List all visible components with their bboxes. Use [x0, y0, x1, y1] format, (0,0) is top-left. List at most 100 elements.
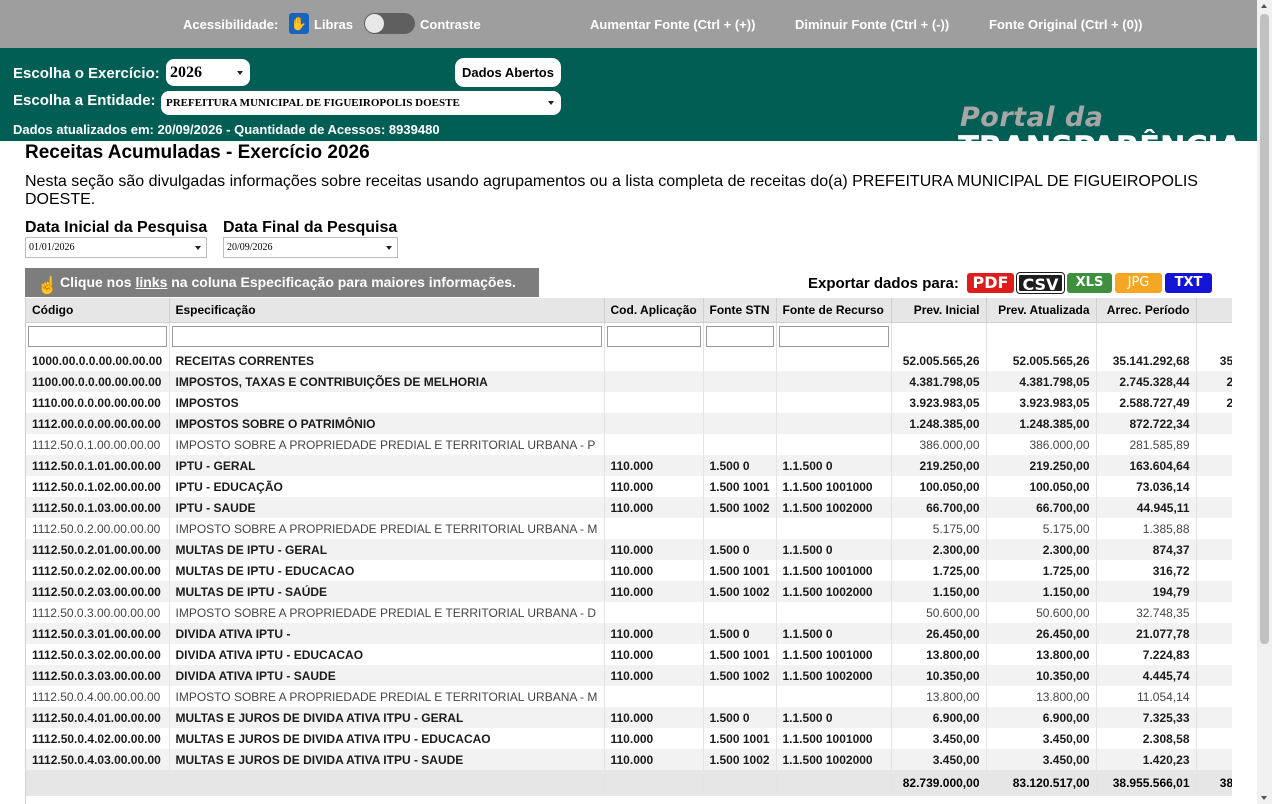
column-header-application-code[interactable]: Cod. Aplicação: [604, 298, 704, 323]
cell-collection: 1.3: [1196, 518, 1232, 539]
hint-suffix: na coluna Especificação para maiores inf…: [167, 274, 516, 290]
cell-resource-source: 1.1.500 1002000: [776, 749, 892, 770]
specification-filter-input[interactable]: [171, 325, 602, 347]
cell-code: 1112.50.0.2.02.00.00.00: [26, 560, 170, 581]
cell-updated-forecast: 1.150,00: [986, 581, 1097, 602]
scrollbar-thumb[interactable]: [1260, 14, 1269, 644]
cell-period-collection: 2.308,58: [1096, 728, 1197, 749]
cell-specification[interactable]: IMPOSTOS SOBRE O PATRIMÔNIO: [169, 413, 605, 434]
year-label: Escolha o Exercício:: [13, 65, 160, 82]
cell-specification[interactable]: IMPOSTO SOBRE A PROPRIEDADE PREDIAL E TE…: [169, 434, 605, 455]
cell-updated-forecast: 1.725,00: [986, 560, 1097, 581]
code-filter-input[interactable]: [28, 325, 167, 347]
cell-specification[interactable]: IPTU - SAUDE: [169, 497, 605, 518]
cell-resource-source: [776, 434, 892, 455]
cell-stn-source: 1.500 1002: [703, 497, 777, 518]
end-date-value: 20/09/2026: [227, 242, 273, 253]
original-font-link[interactable]: Fonte Original (Ctrl + (0)): [989, 17, 1142, 32]
export-label: Exportar dados para:: [808, 275, 959, 292]
end-date-select[interactable]: 20/09/2026: [223, 237, 398, 258]
scroll-up-icon[interactable]: [1261, 4, 1267, 8]
cell-specification[interactable]: MULTAS DE IPTU - GERAL: [169, 539, 605, 560]
column-header-specification[interactable]: Especificação: [169, 298, 605, 323]
cell-specification[interactable]: MULTAS E JUROS DE DIVIDA ATIVA ITPU - SA…: [169, 749, 605, 770]
column-header-period-collection[interactable]: Arrec. Período: [1096, 298, 1197, 323]
cell-specification[interactable]: DIVIDA ATIVA IPTU -: [169, 623, 605, 644]
increase-font-link[interactable]: Aumentar Fonte (Ctrl + (+)): [590, 17, 755, 32]
stn-source-filter-input[interactable]: [705, 325, 774, 347]
cell-code: 1112.50.0.2.01.00.00.00: [26, 539, 170, 560]
cell-resource-source: [776, 371, 892, 392]
hint-link[interactable]: links: [135, 274, 167, 290]
cell-initial-forecast: 1.150,00: [891, 581, 987, 602]
scroll-down-icon[interactable]: [1261, 796, 1267, 800]
cell-updated-forecast: 4.381.798,05: [986, 371, 1097, 392]
cell-specification[interactable]: MULTAS E JUROS DE DIVIDA ATIVA ITPU - ED…: [169, 728, 605, 749]
cell-updated-forecast: 3.450,00: [986, 728, 1097, 749]
cell-period-collection: 874,37: [1096, 539, 1197, 560]
cell-specification[interactable]: DIVIDA ATIVA IPTU - EDUCACAO: [169, 644, 605, 665]
cell-period-collection: 1.385,88: [1096, 518, 1197, 539]
cell-collection: 1.4: [1196, 749, 1232, 770]
cell-code: 1112.50.0.2.03.00.00.00: [26, 581, 170, 602]
contrast-label: Contraste: [420, 17, 481, 32]
cell-application-code: 110.000: [604, 476, 704, 497]
cell-initial-forecast: 1.248.385,00: [891, 413, 987, 434]
cell-collection: 1: [1196, 581, 1232, 602]
export-xls-button[interactable]: XLS: [1067, 273, 1112, 293]
cell-specification[interactable]: DIVIDA ATIVA IPTU - SAUDE: [169, 665, 605, 686]
year-select[interactable]: 2026: [166, 59, 250, 86]
cell-stn-source: 1.500 1001: [703, 728, 777, 749]
table-row: 1112.50.0.4.01.00.00.00 MULTAS E JUROS DE…: [26, 707, 1232, 728]
entity-select[interactable]: PREFEITURA MUNICIPAL DE FIGUEIROPOLIS DO…: [161, 91, 561, 115]
start-date-select[interactable]: 01/01/2026: [25, 237, 207, 258]
cell-specification[interactable]: IMPOSTO SOBRE A PROPRIEDADE PREDIAL E TE…: [169, 602, 605, 623]
table-row: 1112.50.0.2.03.00.00.00 MULTAS DE IPTU - …: [26, 581, 1232, 602]
column-header-initial-forecast[interactable]: Prev. Inicial: [891, 298, 987, 323]
cell-stn-source: 1.500 0: [703, 623, 777, 644]
open-data-button[interactable]: Dados Abertos: [455, 58, 561, 87]
cell-collection: 44.9: [1196, 497, 1232, 518]
export-csv-button[interactable]: CSV: [1016, 272, 1065, 294]
page-title: Receitas Acumuladas - Exercício 2026: [25, 142, 370, 163]
cell-code: 1112.50.0.4.01.00.00.00: [26, 707, 170, 728]
column-header-resource-source[interactable]: Fonte de Recurso: [776, 298, 892, 323]
cell-initial-forecast: 2.300,00: [891, 539, 987, 560]
cell-specification[interactable]: IMPOSTOS, TAXAS E CONTRIBUIÇÕES DE MELHO…: [169, 371, 605, 392]
application-code-filter-input[interactable]: [606, 325, 701, 347]
table-row: 1100.00.0.0.00.00.00.00 IMPOSTOS, TAXAS E…: [26, 371, 1232, 392]
column-header-stn-source[interactable]: Fonte STN: [703, 298, 777, 323]
cell-application-code: 110.000: [604, 560, 704, 581]
revenue-table-container[interactable]: Código Especificação Cod. Aplicação Font…: [25, 298, 1232, 804]
cell-resource-source: [776, 392, 892, 413]
column-header-updated-forecast[interactable]: Prev. Atualizada: [986, 298, 1097, 323]
export-txt-button[interactable]: TXT: [1165, 273, 1212, 293]
export-pdf-button[interactable]: PDF: [967, 273, 1014, 293]
libras-link[interactable]: Libras: [314, 17, 353, 32]
filter-cell: [703, 322, 777, 350]
contrast-toggle[interactable]: [364, 13, 415, 34]
cell-specification[interactable]: IPTU - GERAL: [169, 455, 605, 476]
page-scrollbar[interactable]: [1257, 0, 1272, 804]
cell-specification[interactable]: RECEITAS CORRENTES: [169, 350, 605, 371]
filter-cell: [986, 322, 1097, 350]
cell-collection: 281.5: [1196, 434, 1232, 455]
cell-specification[interactable]: IPTU - EDUCAÇÃO: [169, 476, 605, 497]
cell-specification[interactable]: MULTAS E JUROS DE DIVIDA ATIVA ITPU - GE…: [169, 707, 605, 728]
cell-specification[interactable]: MULTAS DE IPTU - SAÚDE: [169, 581, 605, 602]
export-jpg-button[interactable]: JPG: [1115, 273, 1162, 293]
column-header-collection[interactable]: Arrec.: [1196, 298, 1232, 323]
cell-code: 1112.00.0.0.00.00.00.00: [26, 413, 170, 434]
resource-source-filter-input[interactable]: [778, 325, 889, 347]
cell-initial-forecast: 5.175,00: [891, 518, 987, 539]
chevron-down-icon: [386, 246, 392, 250]
cell-application-code: [604, 686, 704, 707]
cell-specification[interactable]: MULTAS DE IPTU - EDUCACAO: [169, 560, 605, 581]
cell-specification[interactable]: IMPOSTO SOBRE A PROPRIEDADE PREDIAL E TE…: [169, 518, 605, 539]
cell-specification[interactable]: IMPOSTO SOBRE A PROPRIEDADE PREDIAL E TE…: [169, 686, 605, 707]
decrease-font-link[interactable]: Diminuir Fonte (Ctrl + (-)): [795, 17, 949, 32]
cell-period-collection: 11.054,14: [1096, 686, 1197, 707]
cell-specification[interactable]: IMPOSTOS: [169, 392, 605, 413]
libras-icon[interactable]: ✋: [289, 13, 309, 34]
column-header-code[interactable]: Código: [26, 298, 170, 323]
